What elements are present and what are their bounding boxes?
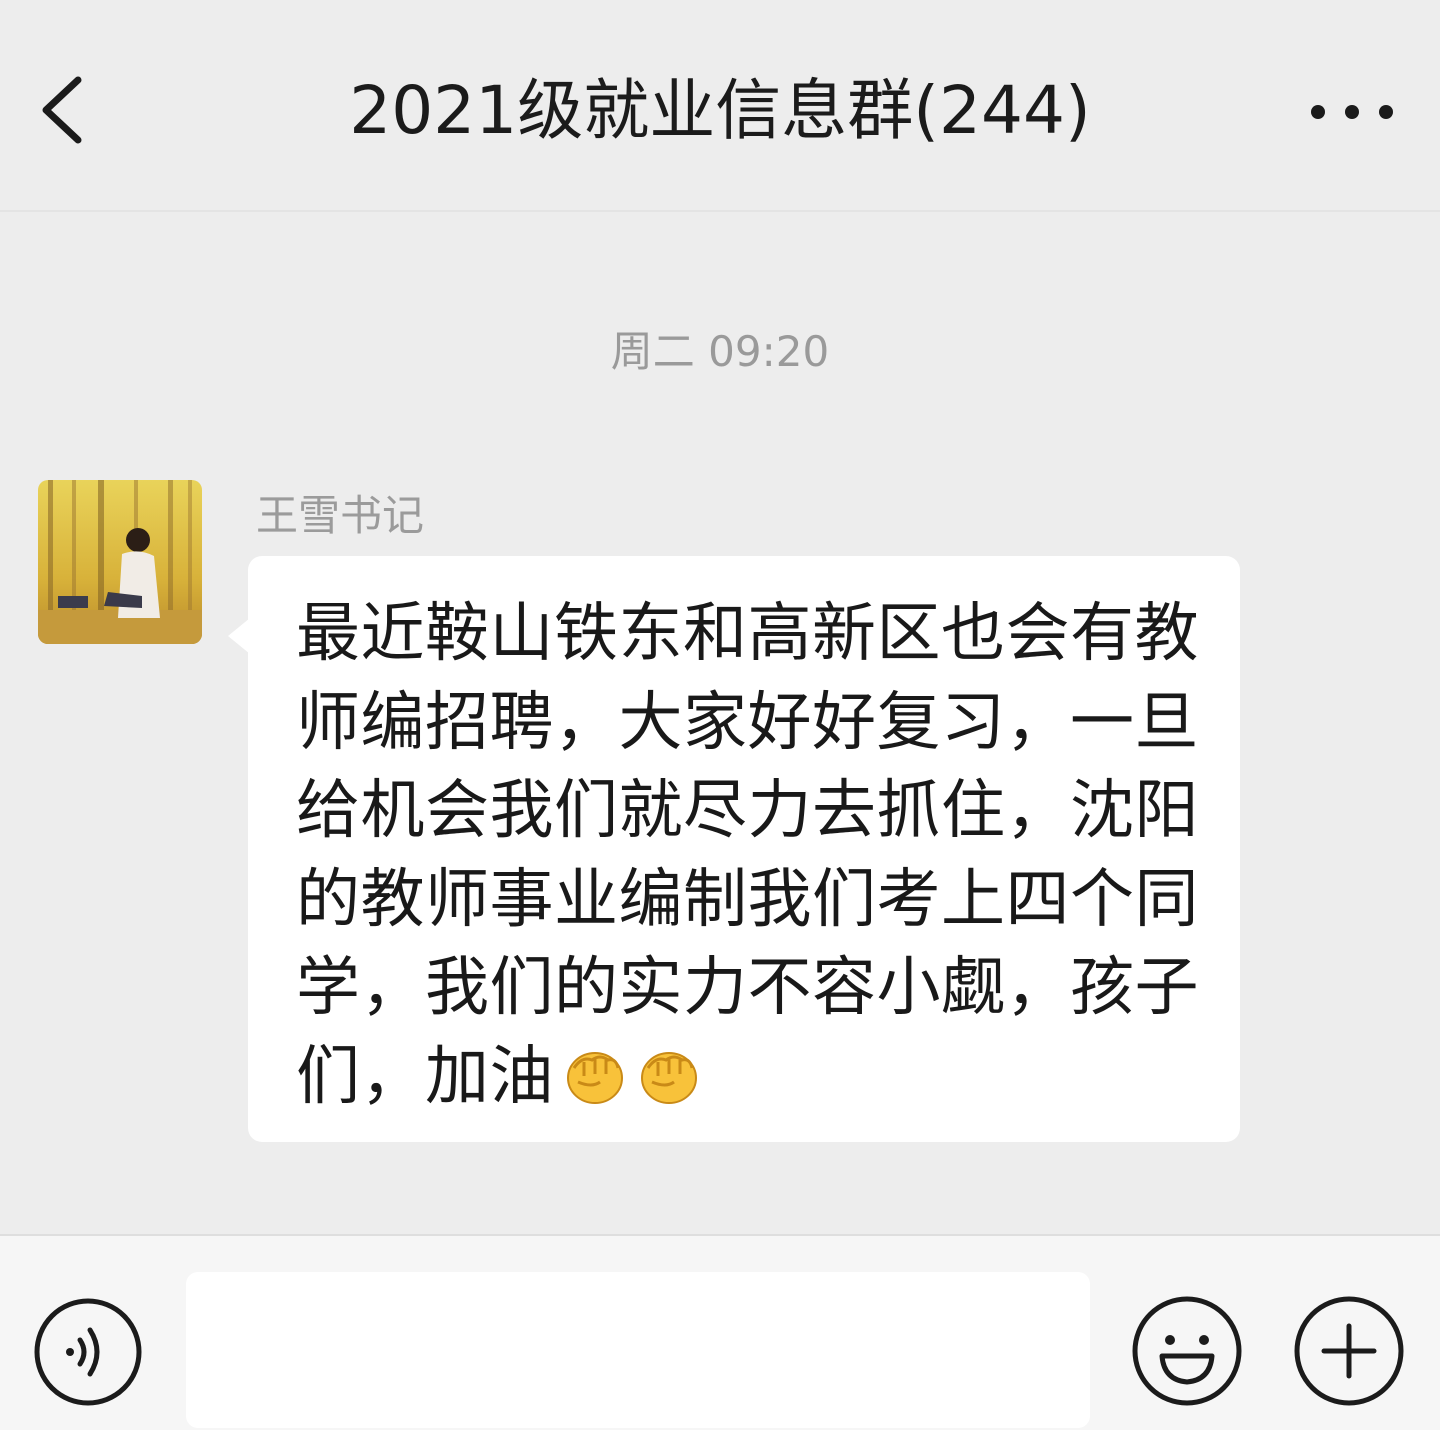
chevron-left-icon [42,76,82,144]
smiley-icon [1132,1296,1242,1406]
voice-icon [34,1298,142,1406]
more-button[interactable] [1300,80,1410,144]
voice-button[interactable] [32,1296,144,1408]
sender-name: 王雪书记 [256,491,425,540]
message-timestamp: 周二 09:20 [610,327,830,376]
chat-title: 2021级就业信息群(244) [349,72,1091,149]
back-button[interactable] [30,62,100,158]
emoji-button[interactable] [1130,1294,1244,1408]
fist-emoji-icon [641,1051,697,1104]
message-text: 最近鞍山铁东和高新区也会有教师编招聘，大家好好复习，一旦给机会我们就尽力去抓住，… [296,597,1199,1114]
message-input[interactable] [186,1272,1090,1428]
avatar[interactable] [38,480,202,644]
avatar-photo [38,480,202,644]
more-dots-icon [1311,105,1393,119]
message-text-block[interactable]: 最近鞍山铁东和高新区也会有教师编招聘，大家好好复习，一旦给机会我们就尽力去抓住，… [296,590,1216,1121]
fist-emoji-icon [567,1051,623,1104]
plus-icon [1294,1296,1404,1406]
bubble-tail [228,618,250,654]
plus-button[interactable] [1292,1294,1406,1408]
chat-header: 2021级就业信息群(244) [0,0,1440,212]
